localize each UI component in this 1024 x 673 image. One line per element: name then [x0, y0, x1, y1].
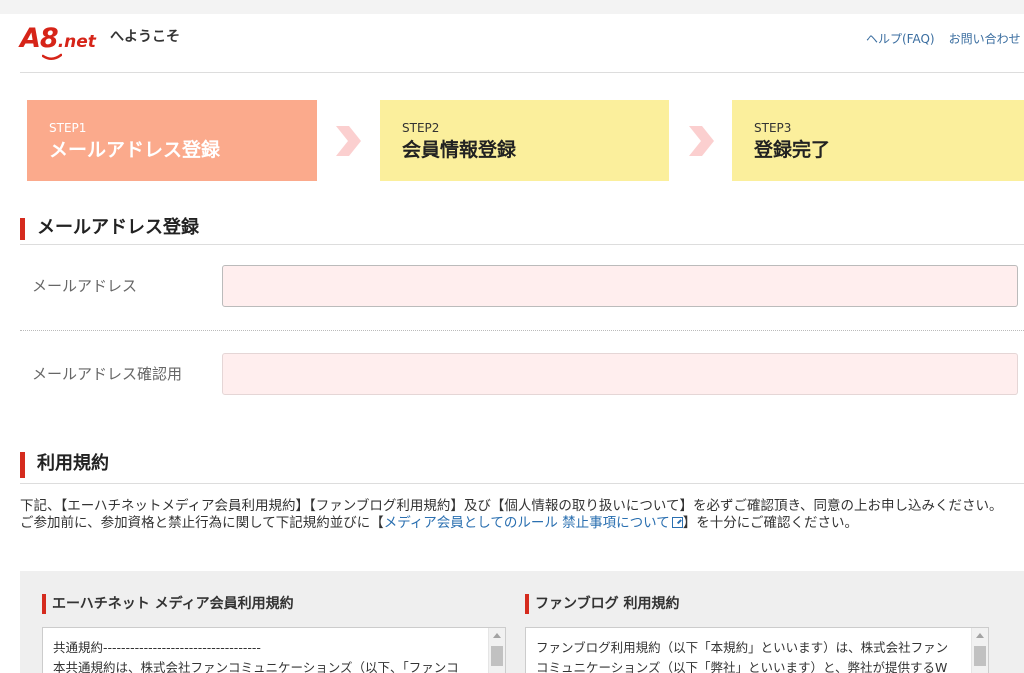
- logo-swoosh-icon: [42, 53, 62, 60]
- fanblog-terms-title: ファンブログ 利用規約: [525, 594, 679, 614]
- browser-top-strip: [0, 0, 1024, 14]
- section-accent-bar: [20, 218, 25, 240]
- step-2-number: STEP2: [402, 121, 440, 135]
- terms-intro-line2: ご参加前に、参加資格と禁止行為に関して下記規約並びに【メディア会員としてのルール…: [20, 515, 1024, 532]
- email-confirm-input[interactable]: [222, 353, 1018, 395]
- email-confirm-label: メールアドレス確認用: [32, 365, 183, 383]
- scroll-thumb[interactable]: [491, 646, 503, 666]
- email-section-title: メールアドレス登録: [37, 217, 199, 238]
- site-header: A8.net へようこそ ヘルプ(FAQ) お問い合わせ: [0, 14, 1024, 72]
- media-terms-box[interactable]: 共通規約----------------------------------- …: [42, 627, 506, 673]
- step-2: STEP2 会員情報登録: [380, 100, 669, 181]
- header-divider: [20, 72, 1024, 73]
- terms-intro-text-end: 】を十分にご確認ください。: [682, 515, 858, 531]
- external-link-icon[interactable]: [671, 517, 683, 528]
- step-1-title: メールアドレス登録: [49, 139, 221, 161]
- step-3-number: STEP3: [754, 121, 792, 135]
- terms-panel: エーハチネット メディア会員利用規約 共通規約-----------------…: [20, 571, 1024, 673]
- scroll-up-arrow-icon[interactable]: [976, 633, 984, 638]
- step-1-number: STEP1: [49, 121, 87, 135]
- terms-intro-text: ご参加前に、参加資格と禁止行為に関して下記規約並びに【: [20, 515, 384, 531]
- terms-section-header: 利用規約: [20, 451, 1024, 484]
- email-input[interactable]: [222, 265, 1018, 307]
- step-arrow-icon: [336, 126, 361, 156]
- terms-intro-line1: 下記、【エーハチネットメディア会員利用規約】【ファンブログ利用規約】及び【個人情…: [20, 498, 1003, 514]
- email-label: メールアドレス: [32, 277, 138, 295]
- terms-intro: 下記、【エーハチネットメディア会員利用規約】【ファンブログ利用規約】及び【個人情…: [20, 498, 1024, 532]
- form-row-divider: [20, 330, 1024, 331]
- contact-link[interactable]: お問い合わせ: [949, 32, 1021, 46]
- step-2-title: 会員情報登録: [402, 139, 517, 161]
- terms-section-title: 利用規約: [37, 453, 109, 474]
- email-section-header: メールアドレス登録: [20, 216, 1024, 245]
- a8net-logo[interactable]: A8.net: [20, 24, 106, 60]
- header-links: ヘルプ(FAQ) お問い合わせ: [866, 32, 1024, 46]
- fanblog-terms-scrollbar[interactable]: [971, 628, 988, 673]
- media-terms-content: 共通規約----------------------------------- …: [53, 640, 459, 673]
- page: A8.net へようこそ ヘルプ(FAQ) お問い合わせ STEP1 メールアドレ…: [0, 0, 1024, 673]
- welcome-text: へようこそ: [110, 29, 180, 45]
- scroll-up-arrow-icon[interactable]: [493, 633, 501, 638]
- step-3: STEP3 登録完了: [732, 100, 1024, 181]
- fanblog-terms-box[interactable]: ファンブログ利用規約（以下「本規約」といいます）は、株式会社ファン コミュニケー…: [525, 627, 989, 673]
- media-terms-title: エーハチネット メディア会員利用規約: [42, 594, 294, 614]
- media-rules-link[interactable]: メディア会員としてのルール 禁止事項について: [384, 515, 670, 531]
- step-arrow-icon: [689, 126, 714, 156]
- fanblog-terms-content: ファンブログ利用規約（以下「本規約」といいます）は、株式会社ファン コミュニケー…: [536, 640, 949, 673]
- step-3-title: 登録完了: [754, 139, 831, 161]
- scroll-thumb[interactable]: [974, 646, 986, 666]
- help-faq-link[interactable]: ヘルプ(FAQ): [866, 32, 935, 46]
- step-1: STEP1 メールアドレス登録: [27, 100, 317, 181]
- media-terms-scrollbar[interactable]: [488, 628, 505, 673]
- section-accent-bar: [20, 452, 25, 478]
